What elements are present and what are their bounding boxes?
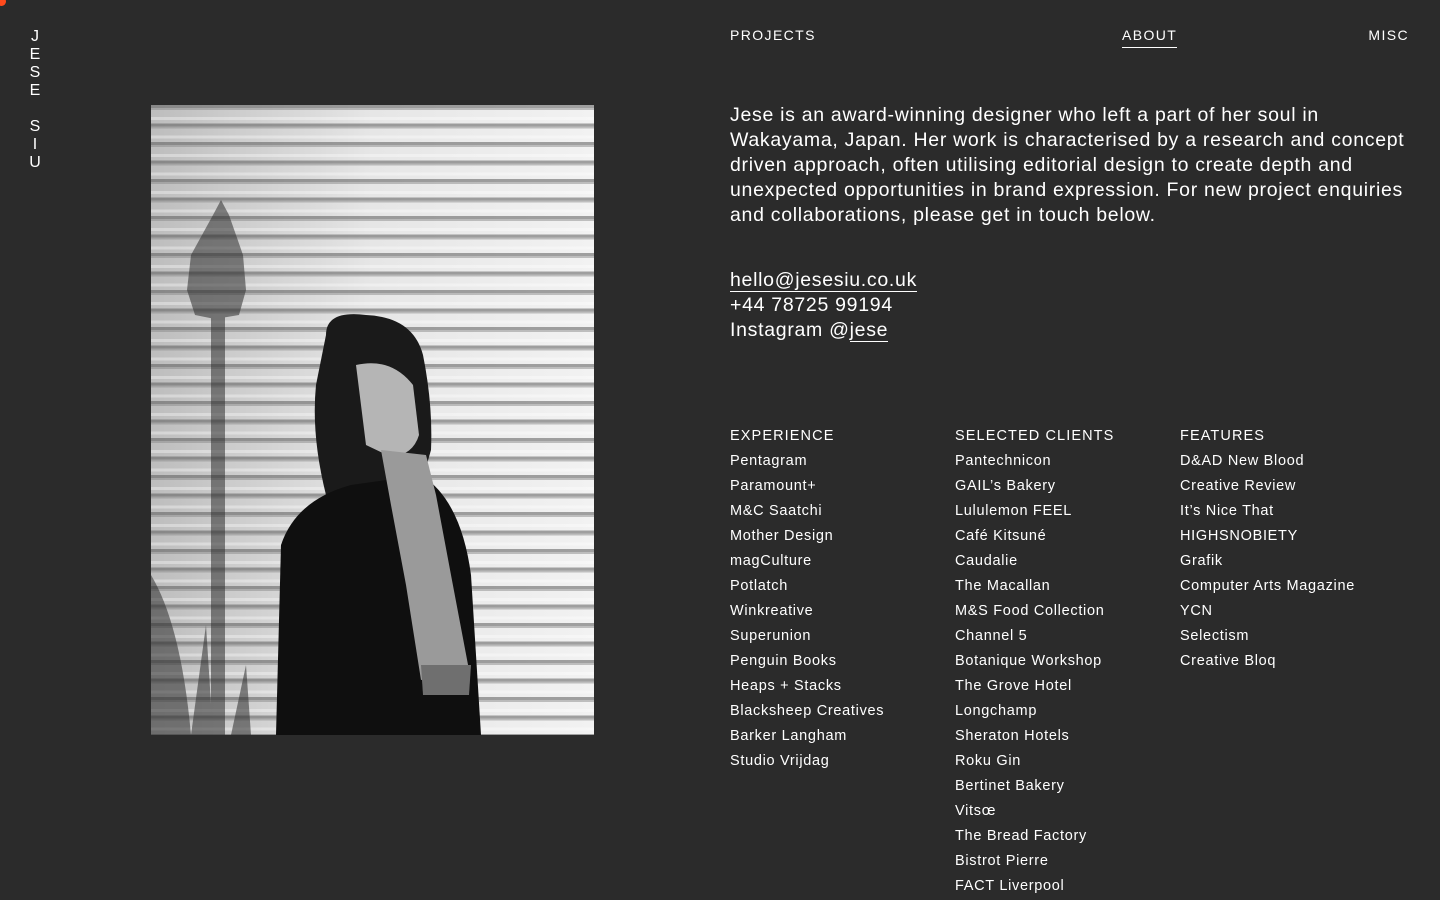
portrait-photo (151, 105, 594, 735)
instagram-link[interactable]: jese (849, 319, 889, 342)
nav-misc-link[interactable]: MISC (1368, 26, 1409, 47)
list-item: The Grove Hotel (955, 678, 1072, 694)
list-item: Pantechnicon (955, 453, 1052, 469)
list-item: Penguin Books (730, 653, 837, 669)
list-item: GAIL’s Bakery (955, 478, 1056, 494)
list-item: Creative Bloq (1180, 653, 1277, 669)
features-list: D&AD New Blood Creative Review It’s Nice T… (1180, 449, 1355, 674)
list-item: Mother Design (730, 528, 834, 544)
list-item: Blacksheep Creatives (730, 703, 885, 719)
logo-letter: E (29, 82, 41, 99)
features-column: FEATURES D&AD New Blood Creative Review It… (1180, 424, 1355, 674)
list-item: Café Kitsuné (955, 528, 1047, 544)
list-item: Creative Review (1180, 478, 1297, 494)
list-item: Vitsœ (955, 803, 997, 819)
list-item: Winkreative (730, 603, 814, 619)
logo-letter: J (31, 28, 39, 45)
list-item: Caudalie (955, 553, 1018, 569)
logo-letter: U (29, 154, 41, 171)
email-link[interactable]: hello@jesesiu.co.uk (730, 269, 918, 292)
instagram-label: Instagram @ (730, 319, 850, 341)
list-item: magCulture (730, 553, 812, 569)
list-item: Longchamp (955, 703, 1038, 719)
clients-column: SELECTED CLIENTS Pantechnicon GAIL’s Bake… (955, 424, 1114, 899)
list-item: The Bread Factory (955, 828, 1087, 844)
list-item: Computer Arts Magazine (1180, 578, 1355, 594)
nav-projects-link[interactable]: PROJECTS (730, 26, 816, 47)
list-item: Roku Gin (955, 753, 1022, 769)
logo-letter: S (29, 64, 41, 81)
list-item: Heaps + Stacks (730, 678, 842, 694)
list-item: Bertinet Bakery (955, 778, 1065, 794)
features-heading: FEATURES (1180, 428, 1266, 444)
list-item: It’s Nice That (1180, 503, 1274, 519)
site-logo[interactable]: J E S E S I U (28, 28, 42, 172)
list-item: The Macallan (955, 578, 1051, 594)
instagram-row: Instagram @jese (730, 318, 917, 343)
bio-text: Jese is an award-winning designer who le… (730, 104, 1405, 226)
list-item: Channel 5 (955, 628, 1028, 644)
cursor-dot (0, 0, 6, 6)
clients-heading: SELECTED CLIENTS (955, 428, 1115, 444)
list-item: D&AD New Blood (1180, 453, 1305, 469)
list-item: FACT Liverpool (955, 878, 1065, 894)
list-item: Pentagram (730, 453, 808, 469)
clients-list: Pantechnicon GAIL’s Bakery Lululemon FEEL C… (955, 449, 1114, 899)
list-item: Paramount+ (730, 478, 817, 494)
list-item: Superunion (730, 628, 812, 644)
portrait-illustration (151, 105, 594, 735)
list-item: Grafik (1180, 553, 1223, 569)
list-item: Barker Langham (730, 728, 847, 744)
logo-letter: E (29, 46, 41, 63)
list-item: Selectism (1180, 628, 1250, 644)
list-item: YCN (1180, 603, 1213, 619)
experience-column: EXPERIENCE Pentagram Paramount+ M&C Saatch… (730, 424, 884, 774)
list-item: Lululemon FEEL (955, 503, 1072, 519)
experience-heading: EXPERIENCE (730, 428, 835, 444)
list-item: Studio Vrijdag (730, 753, 830, 769)
logo-letter: I (32, 136, 38, 153)
phone-number: +44 78725 99194 (730, 294, 893, 316)
list-item: HIGHSNOBIETY (1180, 528, 1298, 544)
experience-list: Pentagram Paramount+ M&C Saatchi Mother Des… (730, 449, 884, 774)
list-item: Sheraton Hotels (955, 728, 1070, 744)
list-item: Bistrot Pierre (955, 853, 1049, 869)
logo-letter: S (29, 118, 41, 135)
list-item: Botanique Workshop (955, 653, 1102, 669)
email-row: hello@jesesiu.co.uk (730, 268, 918, 293)
list-item: Potlatch (730, 578, 788, 594)
nav-about-link[interactable]: ABOUT (1122, 26, 1178, 48)
contact-block: hello@jesesiu.co.uk +44 78725 99194 Inst… (730, 268, 918, 343)
list-item: M&S Food Collection (955, 603, 1105, 619)
list-item: M&C Saatchi (730, 503, 823, 519)
